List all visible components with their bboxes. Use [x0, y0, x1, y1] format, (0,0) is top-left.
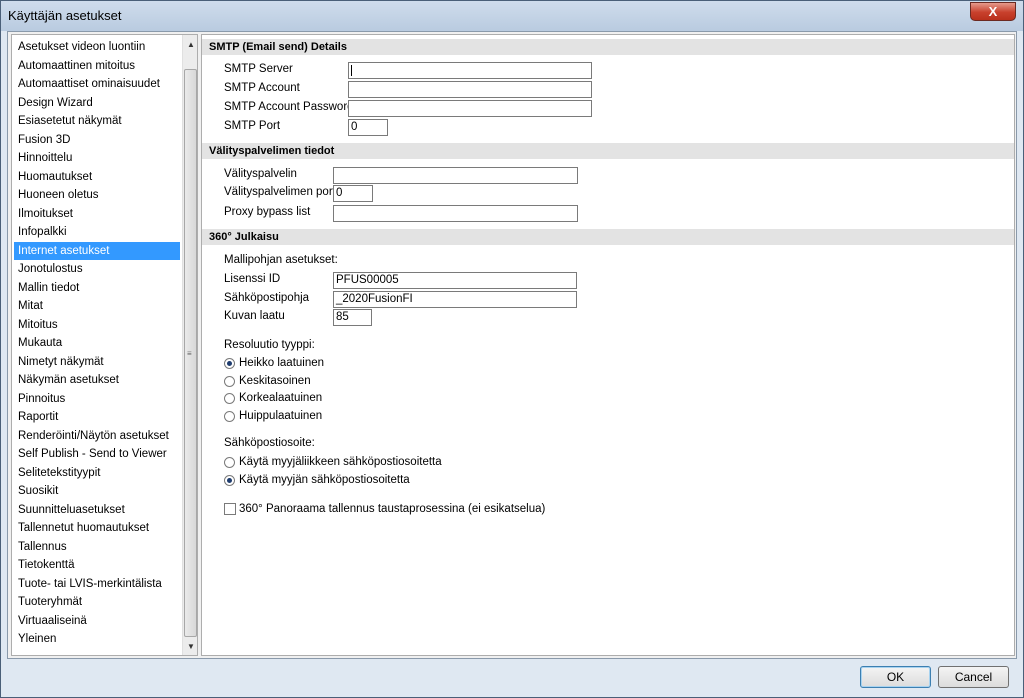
smtp-password-label: SMTP Account Password [224, 101, 354, 113]
julkaisu-section-header: 360° Julkaisu [202, 229, 1014, 245]
sidebar-item[interactable]: Asetukset videon luontiin [14, 38, 180, 56]
resolution-radio-top[interactable] [224, 411, 235, 422]
smtp-password-input[interactable] [348, 100, 592, 117]
cancel-button[interactable]: Cancel [938, 666, 1009, 688]
sidebar-item[interactable]: Mukauta [14, 334, 180, 352]
resolution-option-label: Heikko laatuinen [239, 357, 325, 369]
proxy-server-input[interactable] [333, 167, 578, 184]
image-quality-input[interactable]: 85 [333, 309, 372, 326]
sidebar-item[interactable]: Tietokenttä [14, 556, 180, 574]
resolution-radio-low[interactable] [224, 358, 235, 369]
sidebar-item[interactable]: Yleinen [14, 630, 180, 648]
sidebar-item[interactable]: Suosikit [14, 482, 180, 500]
license-id-input[interactable]: PFUS00005 [333, 272, 577, 289]
email-radio-dealer[interactable] [224, 457, 235, 468]
email-option-label: Käytä myyjän sähköpostiosoitetta [239, 474, 410, 486]
smtp-server-input[interactable] [348, 62, 592, 79]
sidebar-item[interactable]: Tallennus [14, 538, 180, 556]
text-caret [351, 65, 352, 76]
sidebar-item[interactable]: Tuoteryhmät [14, 593, 180, 611]
license-id-label: Lisenssi ID [224, 273, 281, 285]
proxy-server-label: Välityspalvelin [224, 168, 297, 180]
smtp-port-label: SMTP Port [224, 120, 281, 132]
close-button[interactable]: X [970, 2, 1016, 21]
sidebar-item[interactable]: Self Publish - Send to Viewer [14, 445, 180, 463]
sidebar-item[interactable]: Ilmoitukset [14, 205, 180, 223]
sidebar-item[interactable]: Automaattiset ominaisuudet [14, 75, 180, 93]
grip-icon: ≡ [187, 349, 192, 358]
title-bar[interactable]: Käyttäjän asetukset X [1, 1, 1023, 31]
sidebar-item[interactable]: Tuote- tai LVIS-merkintälista [14, 575, 180, 593]
scroll-down-button[interactable]: ▼ [183, 639, 197, 655]
proxy-bypass-input[interactable] [333, 205, 578, 222]
sidebar-item[interactable]: Tallennetut huomautukset [14, 519, 180, 537]
sidebar-item[interactable]: Pinnoitus [14, 390, 180, 408]
proxy-section-header: Välityspalvelimen tiedot [202, 143, 1014, 159]
smtp-port-input[interactable]: 0 [348, 119, 388, 136]
sidebar-item[interactable]: Virtuaaliseinä [14, 612, 180, 630]
ok-button[interactable]: OK [860, 666, 931, 688]
scroll-up-button[interactable]: ▲ [183, 37, 197, 53]
sidebar-item[interactable]: Mitoitus [14, 316, 180, 334]
sidebar-item[interactable]: Fusion 3D [14, 131, 180, 149]
dialog-body: Asetukset videon luontiin Automaattinen m… [7, 31, 1017, 659]
sidebar-item[interactable]: Internet asetukset [14, 241, 180, 260]
resolution-option-label: Keskitasoinen [239, 375, 311, 387]
settings-panel: SMTP (Email send) Details SMTP Server SM… [201, 34, 1015, 656]
resolution-option-label: Korkealaatuinen [239, 392, 323, 404]
sidebar-item[interactable]: Esiasetetut näkymät [14, 112, 180, 130]
resolution-type-label: Resoluutio tyyppi: [224, 339, 315, 351]
sidebar-item[interactable]: Design Wizard [14, 94, 180, 112]
smtp-account-label: SMTP Account [224, 82, 300, 94]
category-list: Asetukset videon luontiin Automaattinen m… [11, 34, 198, 656]
sidebar-item[interactable]: Raportit [14, 408, 180, 426]
sidebar-item[interactable]: Huomautukset [14, 168, 180, 186]
resolution-option-label: Huippulaatuinen [239, 410, 323, 422]
template-settings-label: Mallipohjan asetukset: [224, 254, 338, 266]
resolution-radio-high[interactable] [224, 393, 235, 404]
sidebar-item[interactable]: Huoneen oletus [14, 186, 180, 204]
proxy-port-label: Välityspalvelimen portti [224, 186, 342, 198]
proxy-port-input[interactable]: 0 [333, 185, 373, 202]
scroll-down-icon: ▼ [187, 642, 195, 651]
sidebar-item[interactable]: Näkymän asetukset [14, 371, 180, 389]
sidebar-item[interactable]: Automaattinen mitoitus [14, 57, 180, 75]
close-icon: X [988, 4, 998, 19]
panorama-background-label: 360° Panoraama tallennus taustaprosessin… [239, 503, 546, 515]
sidebar-item[interactable]: Suunnitteluasetukset [14, 501, 180, 519]
resolution-radio-medium[interactable] [224, 376, 235, 387]
scroll-up-icon: ▲ [187, 40, 195, 49]
sidebar-item[interactable]: Mitat [14, 297, 180, 315]
email-option-label: Käytä myyjäliikkeen sähköpostiosoitetta [239, 456, 442, 468]
panorama-background-checkbox[interactable] [224, 503, 236, 515]
smtp-account-input[interactable] [348, 81, 592, 98]
sidebar-item[interactable]: Hinnoittelu [14, 149, 180, 167]
proxy-bypass-label: Proxy bypass list [224, 206, 311, 218]
email-radio-seller[interactable] [224, 475, 235, 486]
category-scrollbar[interactable]: ▲ ≡ ▼ [182, 35, 197, 655]
sidebar-item[interactable]: Renderöinti/Näytön asetukset [14, 427, 180, 445]
smtp-section-header: SMTP (Email send) Details [202, 39, 1014, 55]
smtp-server-label: SMTP Server [224, 63, 293, 75]
email-address-label: Sähköpostiosoite: [224, 437, 315, 449]
sidebar-item[interactable]: Jonotulostus [14, 260, 180, 278]
window-title: Käyttäjän asetukset [8, 8, 122, 23]
scroll-thumb[interactable]: ≡ [184, 69, 197, 637]
sidebar-item[interactable]: Mallin tiedot [14, 279, 180, 297]
email-template-input[interactable]: _2020FusionFI [333, 291, 577, 308]
sidebar-item[interactable]: Infopalkki [14, 223, 180, 241]
email-template-label: Sähköpostipohja [224, 292, 310, 304]
image-quality-label: Kuvan laatu [224, 310, 285, 322]
sidebar-item[interactable]: Selitetekstityypit [14, 464, 180, 482]
sidebar-item[interactable]: Nimetyt näkymät [14, 353, 180, 371]
settings-dialog: Käyttäjän asetukset X Asetukset videon l… [0, 0, 1024, 698]
